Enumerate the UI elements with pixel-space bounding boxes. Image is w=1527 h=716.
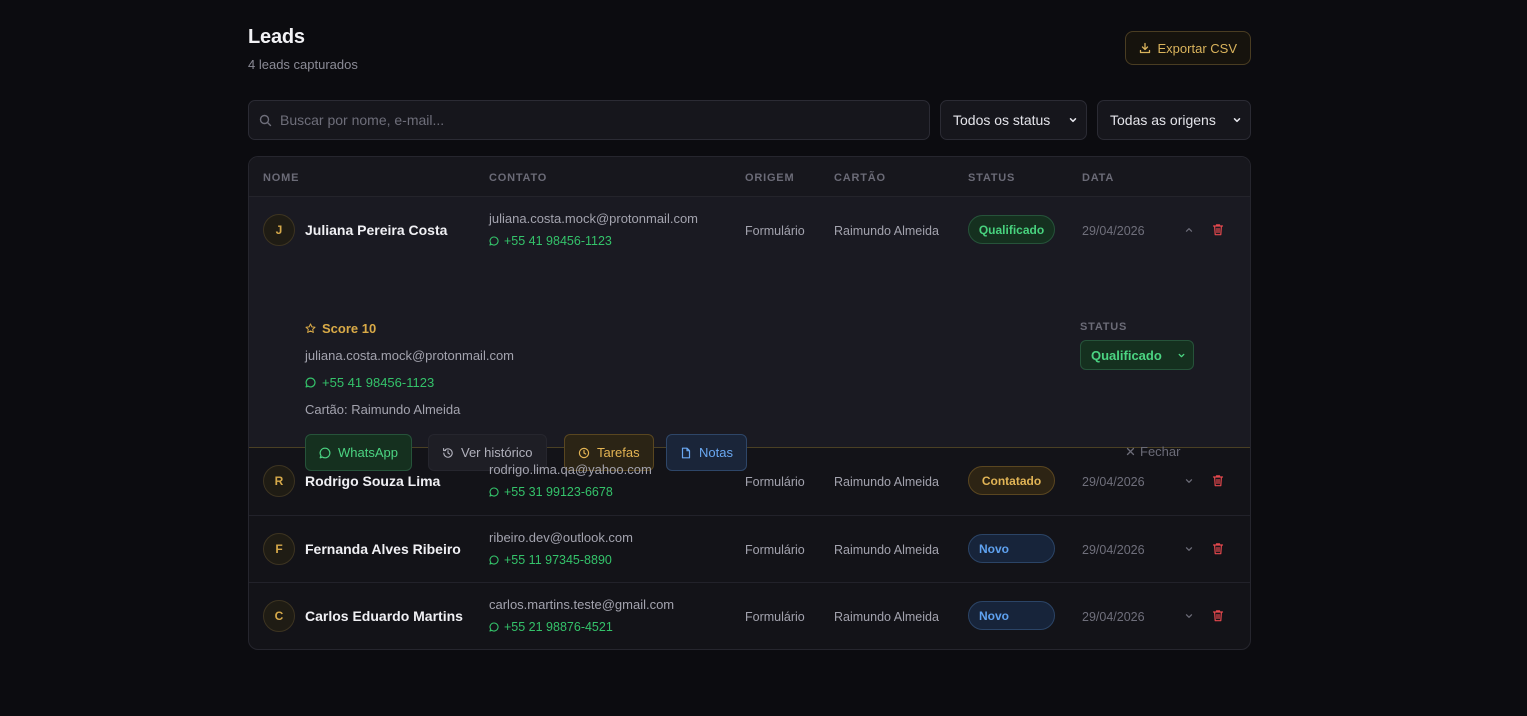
table-row[interactable]: C Carlos Eduardo Martins carlos.martins.… xyxy=(249,582,1250,649)
column-header-name: NOME xyxy=(263,172,300,184)
lead-origin: Formulário xyxy=(745,610,805,624)
lead-name: Rodrigo Souza Lima xyxy=(305,473,441,489)
lead-date: 29/04/2026 xyxy=(1082,543,1145,557)
lead-phone-text: +55 41 98456-1123 xyxy=(504,234,612,248)
status-badge: Novo xyxy=(968,534,1055,563)
origin-filter-value: Todas as origens xyxy=(1110,112,1216,128)
table-row[interactable]: F Fernanda Alves Ribeiro ribeiro.dev@out… xyxy=(249,515,1250,582)
status-select-value: Qualificado xyxy=(1091,347,1162,363)
trash-icon[interactable] xyxy=(1212,542,1224,555)
lead-card: Raimundo Almeida xyxy=(834,224,939,238)
column-header-contact: CONTATO xyxy=(489,172,548,184)
lead-email: juliana.costa.mock@protonmail.com xyxy=(489,211,699,226)
lead-phone[interactable]: +55 11 97345-8890 xyxy=(489,553,612,567)
chevron-up-icon[interactable] xyxy=(1184,225,1194,235)
column-header-card: CARTÃO xyxy=(834,172,886,184)
leads-count: 4 leads capturados xyxy=(248,57,358,72)
status-select[interactable]: Qualificado xyxy=(1080,340,1194,370)
export-csv-button[interactable]: Exportar CSV xyxy=(1124,31,1251,65)
lead-score-text: Score 10 xyxy=(322,321,377,336)
status-badge: Contatado xyxy=(968,466,1055,495)
export-csv-label: Exportar CSV xyxy=(1157,40,1237,56)
lead-phone[interactable]: +55 31 99123-6678 xyxy=(489,485,613,499)
expanded-phone-text: +55 41 98456-1123 xyxy=(322,375,435,390)
lead-score: Score 10 xyxy=(305,321,376,336)
table-row[interactable]: R Rodrigo Souza Lima rodrigo.lima.qa@yah… xyxy=(249,448,1250,515)
lead-phone-text: +55 21 98876-4521 xyxy=(504,620,613,634)
status-filter-value: Todos os status xyxy=(953,112,1051,128)
origin-filter-select[interactable]: Todas as origens xyxy=(1097,100,1251,140)
lead-phone-text: +55 11 97345-8890 xyxy=(504,553,612,567)
chevron-down-icon[interactable] xyxy=(1184,611,1194,621)
download-icon xyxy=(1139,42,1150,54)
whatsapp-icon xyxy=(489,236,499,246)
star-icon xyxy=(305,323,316,333)
lead-card: Raimundo Almeida xyxy=(834,475,939,489)
lead-email: rodrigo.lima.qa@yahoo.com xyxy=(489,462,652,477)
lead-phone[interactable]: +55 21 98876-4521 xyxy=(489,620,613,634)
lead-email: carlos.martins.teste@gmail.com xyxy=(489,597,675,612)
search-input[interactable] xyxy=(280,112,880,128)
whatsapp-icon xyxy=(489,622,499,632)
avatar: R xyxy=(263,465,295,497)
chevron-down-icon[interactable] xyxy=(1184,544,1194,554)
column-header-status: STATUS xyxy=(968,172,1016,184)
lead-origin: Formulário xyxy=(745,224,805,238)
whatsapp-icon xyxy=(489,487,499,497)
table-row[interactable]: J Juliana Pereira Costa juliana.costa.mo… xyxy=(249,197,1250,267)
column-header-date: DATA xyxy=(1082,172,1115,184)
expanded-lead-panel: J Juliana Pereira Costa juliana.costa.mo… xyxy=(249,197,1250,471)
lead-date: 29/04/2026 xyxy=(1082,610,1145,624)
lead-card: Raimundo Almeida xyxy=(834,543,939,557)
avatar: J xyxy=(263,214,295,246)
expanded-email: juliana.costa.mock@protonmail.com xyxy=(305,348,515,363)
lead-phone[interactable]: +55 41 98456-1123 xyxy=(489,234,612,248)
lead-name: Juliana Pereira Costa xyxy=(305,222,448,238)
search-icon xyxy=(259,114,272,126)
lead-email: ribeiro.dev@outlook.com xyxy=(489,530,633,545)
whatsapp-icon xyxy=(305,377,316,388)
table-header: NOME CONTATO ORIGEM CARTÃO STATUS DATA xyxy=(249,157,1250,197)
page-title: Leads xyxy=(248,26,305,48)
leads-table: NOME CONTATO ORIGEM CARTÃO STATUS DATA J… xyxy=(248,156,1251,650)
lead-date: 29/04/2026 xyxy=(1082,224,1145,238)
expanded-status-label: STATUS xyxy=(1080,321,1128,333)
lead-name: Carlos Eduardo Martins xyxy=(305,608,463,624)
avatar: F xyxy=(263,533,295,565)
status-filter-select[interactable]: Todos os status xyxy=(940,100,1087,140)
expanded-card: Cartão: Raimundo Almeida xyxy=(305,402,461,417)
status-badge: Qualificado xyxy=(968,215,1055,244)
lead-name: Fernanda Alves Ribeiro xyxy=(305,541,461,557)
trash-icon[interactable] xyxy=(1212,609,1224,622)
trash-icon[interactable] xyxy=(1212,474,1224,487)
chevron-down-icon xyxy=(1178,353,1185,357)
avatar: C xyxy=(263,600,295,632)
lead-origin: Formulário xyxy=(745,543,805,557)
lead-card: Raimundo Almeida xyxy=(834,610,939,624)
whatsapp-icon xyxy=(489,555,499,565)
chevron-down-icon xyxy=(1069,118,1077,123)
lead-date: 29/04/2026 xyxy=(1082,475,1145,489)
chevron-down-icon xyxy=(1233,118,1241,123)
column-header-origin: ORIGEM xyxy=(745,172,795,184)
lead-origin: Formulário xyxy=(745,475,805,489)
search-box[interactable] xyxy=(248,100,930,140)
expanded-phone[interactable]: +55 41 98456-1123 xyxy=(305,375,434,390)
chevron-down-icon[interactable] xyxy=(1184,476,1194,486)
trash-icon[interactable] xyxy=(1212,223,1224,236)
lead-phone-text: +55 31 99123-6678 xyxy=(504,485,613,499)
status-badge: Novo xyxy=(968,601,1055,630)
